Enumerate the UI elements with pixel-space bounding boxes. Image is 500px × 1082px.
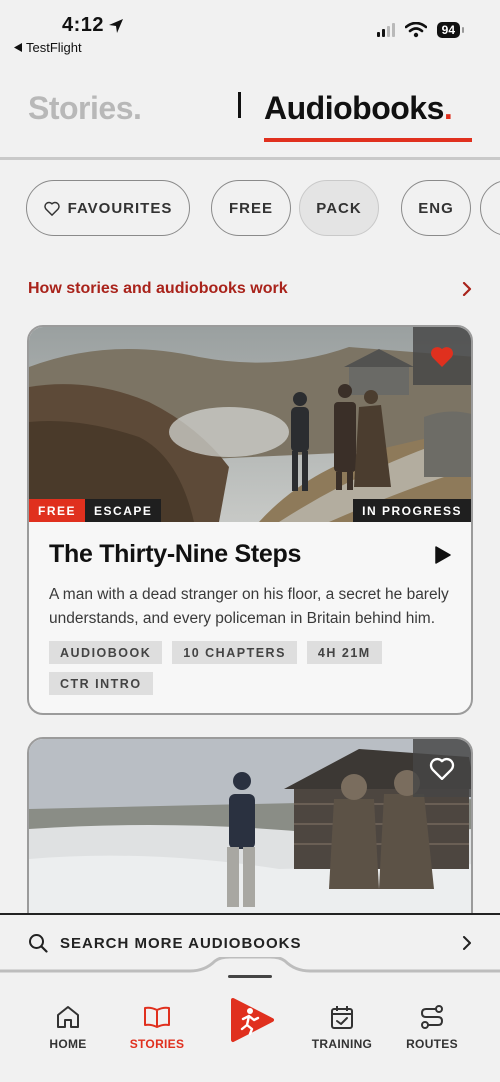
nav-routes[interactable]: ROUTES bbox=[392, 1003, 472, 1051]
badge-genre: ESCAPE bbox=[85, 499, 162, 522]
drawer-handle[interactable] bbox=[228, 975, 272, 978]
filter-free[interactable]: FREE bbox=[211, 180, 291, 236]
search-icon bbox=[29, 934, 48, 953]
audiobook-cover-image: FREE ESCAPE IN PROGRESS bbox=[29, 327, 471, 522]
filter-favourites[interactable]: FAVOURITES bbox=[26, 180, 190, 236]
audiobook-description: A man with a dead stranger on his floor,… bbox=[49, 586, 449, 627]
back-to-app-link[interactable]: TestFlight bbox=[14, 40, 82, 55]
bottom-navigation: HOME STORIES TRAINING ROUTES bbox=[0, 957, 500, 1082]
play-icon[interactable] bbox=[433, 545, 451, 564]
active-tab-indicator bbox=[264, 138, 472, 142]
nav-training[interactable]: TRAINING bbox=[302, 1003, 382, 1051]
chevron-right-icon bbox=[462, 282, 472, 296]
nav-stories[interactable]: STORIES bbox=[117, 1003, 197, 1051]
content-type-tabs: Stories. Audiobooks. bbox=[0, 80, 500, 160]
home-icon bbox=[57, 1006, 79, 1028]
heart-filled-icon bbox=[431, 346, 453, 367]
runner-logo-icon bbox=[231, 998, 274, 1042]
tag: CTR INTRO bbox=[49, 672, 153, 695]
cellular-signal-icon bbox=[376, 23, 395, 37]
nav-home[interactable]: HOME bbox=[28, 1003, 108, 1051]
wifi-icon bbox=[404, 22, 427, 38]
tab-audiobooks[interactable]: Audiobooks. bbox=[264, 90, 453, 127]
filter-chips: FAVOURITES FREE PACK ENG bbox=[26, 178, 500, 240]
tag: AUDIOBOOK bbox=[49, 641, 163, 664]
status-bar: 4:12 TestFlight 94 bbox=[0, 0, 500, 60]
back-triangle-icon bbox=[14, 43, 22, 52]
status-time: 4:12 bbox=[62, 14, 124, 37]
filter-eng[interactable]: ENG bbox=[401, 180, 471, 236]
location-arrow-icon bbox=[109, 18, 124, 33]
filter-more[interactable] bbox=[480, 180, 500, 236]
heart-outline-icon bbox=[429, 757, 455, 780]
badge-free: FREE bbox=[29, 499, 86, 522]
nav-start-run[interactable] bbox=[230, 997, 274, 1043]
audiobook-title: The Thirty-Nine Steps bbox=[49, 540, 302, 568]
progress-badge: IN PROGRESS bbox=[353, 499, 471, 522]
tag: 4H 21M bbox=[306, 641, 382, 664]
audiobook-card[interactable] bbox=[27, 737, 473, 937]
chevron-right-icon bbox=[463, 936, 471, 950]
how-it-works-link[interactable]: How stories and audiobooks work bbox=[28, 280, 472, 298]
audiobook-cover-image bbox=[29, 739, 471, 935]
favourite-button[interactable] bbox=[413, 327, 471, 385]
filter-pack[interactable]: PACK bbox=[299, 180, 379, 236]
audiobook-card[interactable]: FREE ESCAPE IN PROGRESS The Thirty-Nine … bbox=[27, 325, 473, 715]
tag: 10 CHAPTERS bbox=[172, 641, 297, 664]
book-icon bbox=[144, 1006, 170, 1028]
battery-indicator: 94 bbox=[436, 22, 465, 38]
heart-outline-icon bbox=[43, 201, 60, 216]
tab-divider bbox=[238, 92, 241, 118]
favourite-button[interactable] bbox=[413, 739, 471, 797]
audiobook-tags: AUDIOBOOK 10 CHAPTERS 4H 21M CTR INTRO bbox=[49, 641, 451, 695]
route-icon bbox=[420, 1005, 444, 1029]
calendar-check-icon bbox=[331, 1006, 353, 1029]
tab-stories[interactable]: Stories. bbox=[28, 90, 142, 127]
